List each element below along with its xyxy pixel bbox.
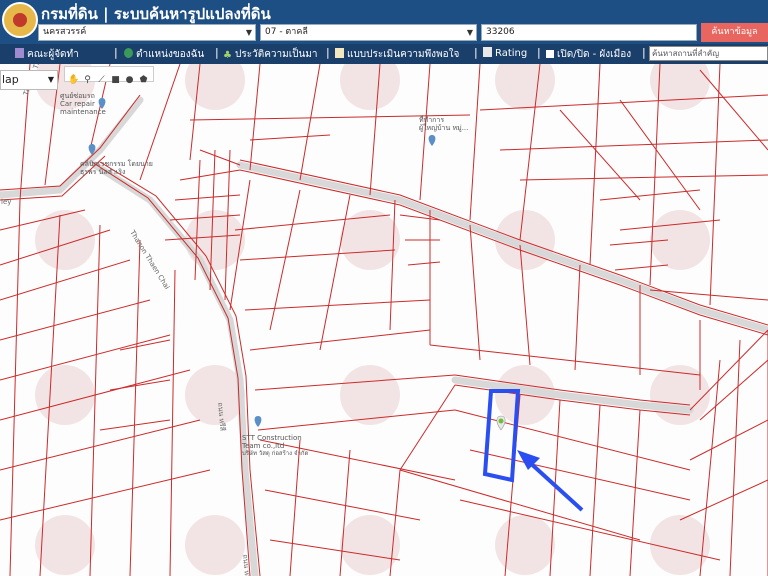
- menu-bar: คณะผู้จัดทำ | ตำแหน่งของฉัน | ♣ ประวัติคว…: [0, 44, 768, 64]
- poi-label-stt-construction: STT Construction Team co.,ltd บริษัท วัส…: [242, 434, 309, 457]
- district-select[interactable]: 07 - ตาคลี ▼: [260, 24, 477, 41]
- road-label: ถนน หลี: [241, 554, 252, 576]
- page-title: กรมที่ดิน | ระบบค้นหารูปแปลงที่ดิน: [41, 5, 271, 23]
- polyline-icon[interactable]: ⟋: [96, 75, 107, 85]
- chevron-down-icon: ▼: [47, 75, 54, 84]
- map-type-select[interactable]: lap ▼: [0, 70, 58, 90]
- menu-item-survey[interactable]: แบบประเมินความพึงพอใจ: [335, 47, 459, 62]
- menu-item-team[interactable]: คณะผู้จัดทำ: [15, 47, 79, 62]
- menu-item-my-location[interactable]: ตำแหน่งของฉัน: [124, 47, 204, 62]
- department-logo: [2, 2, 38, 38]
- menu-item-city-plan-toggle[interactable]: เปิด/ปิด - ผังเมือง: [546, 47, 631, 62]
- parcel-number-input[interactable]: 33206: [481, 24, 697, 41]
- sprout-icon: ♣: [223, 50, 232, 61]
- poi-label-village-office: ที่ทำการ ผู้ใหญ่บ้าน หมู่...: [419, 116, 469, 132]
- marker-icon[interactable]: ⚲: [82, 75, 93, 85]
- menu-divider: |: [537, 46, 541, 59]
- hand-pan-icon[interactable]: ✋: [68, 75, 79, 85]
- menu-divider: |: [215, 46, 219, 59]
- menu-item-rating[interactable]: Rating: [483, 47, 527, 59]
- parcel-pin: [496, 415, 506, 431]
- road-label: ley: [1, 198, 12, 206]
- menu-divider: |: [474, 46, 478, 59]
- polygon-icon[interactable]: ⬟: [138, 75, 149, 85]
- drawing-toolbar: ✋ ⚲ ⟋ ■ ● ⬟: [64, 66, 154, 85]
- header-bar: กรมที่ดิน | ระบบค้นหารูปแปลงที่ดิน นครสว…: [0, 0, 768, 44]
- menu-divider: |: [326, 46, 330, 59]
- document-icon: [335, 48, 344, 58]
- chevron-down-icon: ▼: [245, 28, 252, 37]
- circle-icon[interactable]: ●: [124, 75, 135, 85]
- checkbox-icon[interactable]: [546, 50, 554, 58]
- chevron-down-icon: ▼: [466, 28, 473, 37]
- province-select[interactable]: นครสวรรค์ ▼: [38, 24, 256, 41]
- chart-icon: [483, 47, 492, 57]
- watermark-seals: [35, 64, 710, 575]
- menu-divider: |: [642, 46, 646, 59]
- poi-label-car-repair: ศูนย์ซ่อมรถ Car repair maintenance: [60, 92, 106, 116]
- people-icon: [15, 48, 24, 58]
- parcel-map: [0, 64, 768, 576]
- globe-icon: [124, 48, 133, 58]
- parcel-boundaries: [0, 64, 768, 576]
- poi-label-clinic: คลินิกเวชกรรม โดยนาย ธุรพร นิลสำเริง: [80, 160, 153, 176]
- rectangle-icon[interactable]: ■: [110, 75, 121, 85]
- menu-item-history[interactable]: ♣ ประวัติความเป็นมา: [223, 47, 318, 62]
- menu-divider: |: [114, 46, 118, 59]
- place-search-input[interactable]: ค้นหาสถานที่สำคัญ: [649, 46, 768, 61]
- search-button[interactable]: ค้นหาข้อมูล: [701, 23, 768, 42]
- road-label: ถนน หรีสี: [216, 402, 227, 432]
- map-view[interactable]: ศูนย์ซ่อมรถ Car repair maintenance ที่ทำ…: [0, 64, 768, 576]
- pointer-arrow: [517, 450, 584, 512]
